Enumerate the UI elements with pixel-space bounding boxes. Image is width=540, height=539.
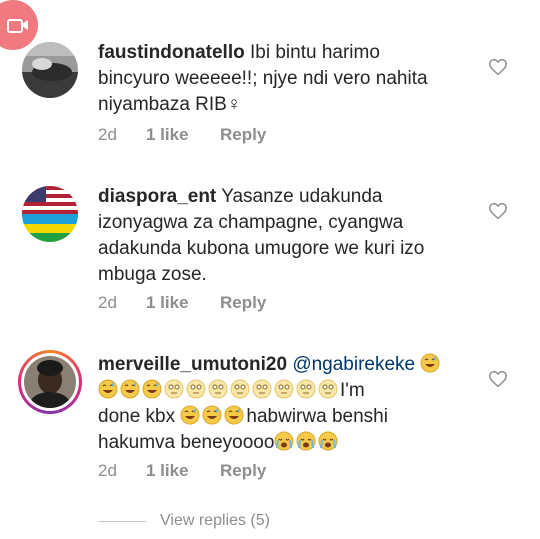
camera-icon	[7, 19, 28, 33]
comment-meta: 2d 1 like Reply	[98, 461, 266, 481]
comment-likes[interactable]: 1 like	[146, 461, 220, 481]
comment-body-line: mbuga zose.	[98, 264, 207, 285]
comment-meta: 2d 1 like Reply	[98, 293, 266, 313]
comment-body-line: Yasanze udakunda	[216, 186, 383, 207]
comment-time: 2d	[98, 461, 117, 480]
comment-time: 2d	[98, 293, 117, 312]
crying-emoji	[274, 431, 340, 453]
emoji-row	[180, 405, 246, 427]
view-replies-label: View replies (5)	[160, 512, 270, 529]
comment-body-line: adakunda kubona umugore we kuri izo	[98, 238, 425, 259]
comment-body-line: habwirwa benshi	[246, 406, 388, 427]
like-heart-button[interactable]	[488, 370, 508, 393]
camera-badge[interactable]	[0, 0, 38, 50]
reply-button[interactable]: Reply	[220, 125, 266, 145]
comment-username[interactable]: faustindonatello	[98, 42, 245, 63]
avatar[interactable]	[22, 42, 78, 98]
comment-text: faustindonatello Ibi bintu harimo bincyu…	[98, 40, 473, 118]
comment-likes[interactable]: 1 like	[146, 125, 220, 145]
reply-button[interactable]: Reply	[220, 293, 266, 313]
comment-body-line: bincyuro weeeee!!; njye ndi vero nahita	[98, 68, 428, 89]
heart-icon	[489, 370, 507, 388]
replies-divider	[98, 520, 146, 522]
comment-username[interactable]: diaspora_ent	[98, 186, 216, 207]
comment-body-line: I'm	[340, 380, 365, 401]
view-replies-button[interactable]: View replies (5)	[98, 512, 270, 530]
comment-username[interactable]: merveille_umutoni20	[98, 354, 287, 375]
avatar[interactable]	[18, 350, 82, 414]
comment-body-line: hakumva beneyoooo	[98, 432, 275, 453]
like-heart-button[interactable]	[488, 58, 508, 81]
comment-meta: 2d 1 like Reply	[98, 125, 266, 145]
avatar[interactable]	[22, 186, 78, 242]
comment-body-line: Ibi bintu harimo	[244, 42, 380, 63]
comment-likes[interactable]: 1 like	[146, 293, 220, 313]
comment-body-line: izonyagwa za champagne, cyangwa	[98, 212, 404, 233]
comment-time: 2d	[98, 125, 117, 144]
heart-icon	[489, 202, 507, 220]
heart-icon	[489, 58, 507, 76]
comment-body-line: niyambaza RIB♀	[98, 94, 242, 115]
comment-body-line: done kbx	[98, 406, 176, 427]
mention-link[interactable]: @ngabirekeke	[292, 354, 415, 375]
reply-button[interactable]: Reply	[220, 461, 266, 481]
comment-text: diaspora_ent Yasanze udakunda izonyagwa …	[98, 184, 473, 288]
comment-text: merveille_umutoni20 @ngabirekeke I'm don…	[98, 352, 473, 456]
like-heart-button[interactable]	[488, 202, 508, 225]
emoji-row	[98, 379, 340, 401]
grinning-sweat-emoji	[420, 353, 442, 375]
